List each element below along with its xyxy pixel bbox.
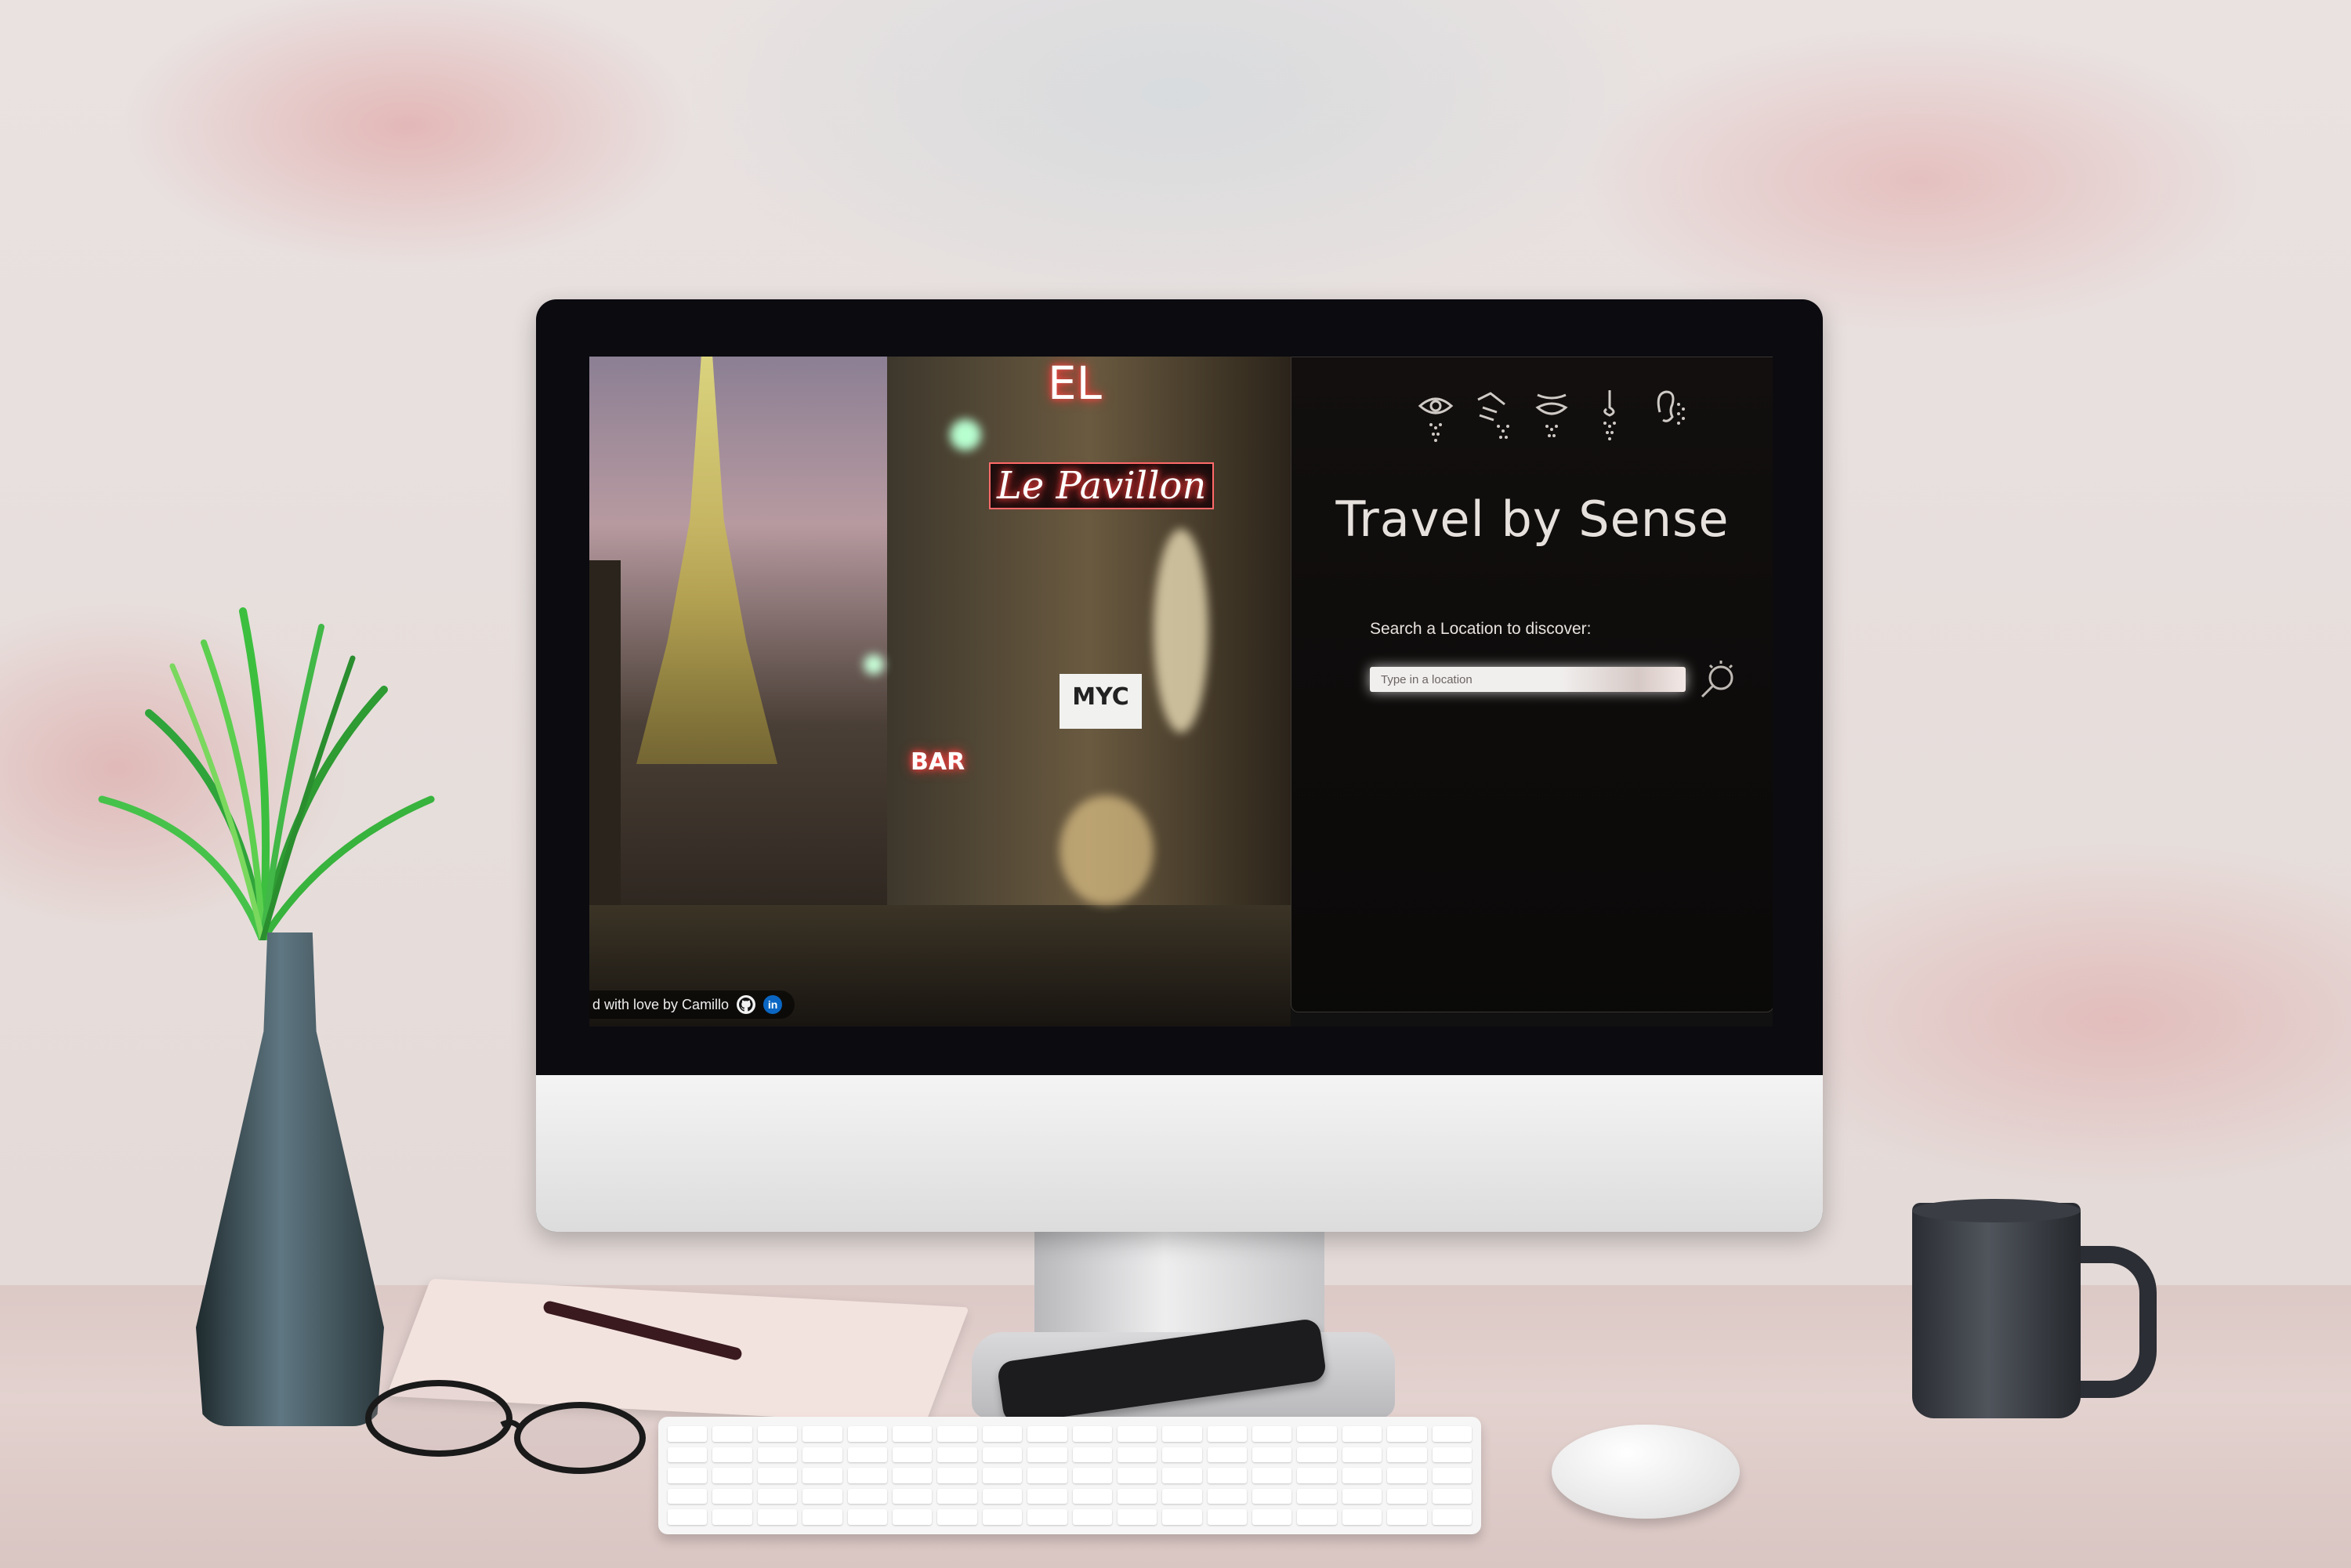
linkedin-icon[interactable]: in (763, 995, 783, 1014)
app-screen: EL Le Pavillon BAR MYC d with love by Ca… (589, 357, 1773, 1027)
github-icon[interactable] (737, 995, 756, 1014)
street-lamp-glow (864, 654, 884, 675)
mug-rim (1912, 1199, 2081, 1222)
hero-photo-paris-street: EL Le Pavillon BAR MYC d with love by Ca… (589, 357, 1291, 1027)
shop-light-glow (1154, 529, 1208, 733)
street-lamp-glow (950, 419, 981, 451)
search-label: Search a Location to discover: (1370, 620, 1592, 638)
neon-sign-pavillon: Le Pavillon (989, 462, 1215, 509)
vase (196, 932, 384, 1426)
hand-touch-icon (1477, 392, 1509, 439)
mouse (1552, 1425, 1740, 1519)
neon-sign-el: EL (1048, 357, 1102, 410)
sense-icons-row (1417, 389, 1686, 444)
location-search-input[interactable] (1370, 667, 1686, 692)
eiffel-tower-illustration (636, 357, 777, 764)
search-panel: Travel by Sense Search a Location to dis… (1291, 357, 1773, 1012)
magnifier-icon (1701, 661, 1733, 698)
neon-sign-bar: BAR (911, 748, 965, 776)
eyeglasses (365, 1380, 646, 1474)
shop-light-glow (1060, 795, 1154, 905)
footer-credit: d with love by Camillo in (589, 990, 795, 1019)
mug (1912, 1203, 2081, 1418)
plant-leaves (98, 607, 435, 940)
keyboard (658, 1417, 1481, 1534)
footer-credit-text: d with love by Camillo (592, 996, 730, 1012)
monitor-chin (536, 1075, 1823, 1232)
app-title: Travel by Sense (1335, 491, 1730, 548)
shop-sign-myc: MYC (1060, 674, 1142, 729)
search-button[interactable] (1697, 659, 1740, 701)
nose-smell-icon (1603, 390, 1616, 440)
mouth-taste-icon (1535, 393, 1568, 437)
eye-icon (1418, 397, 1454, 442)
ear-hearing-icon (1657, 390, 1685, 425)
